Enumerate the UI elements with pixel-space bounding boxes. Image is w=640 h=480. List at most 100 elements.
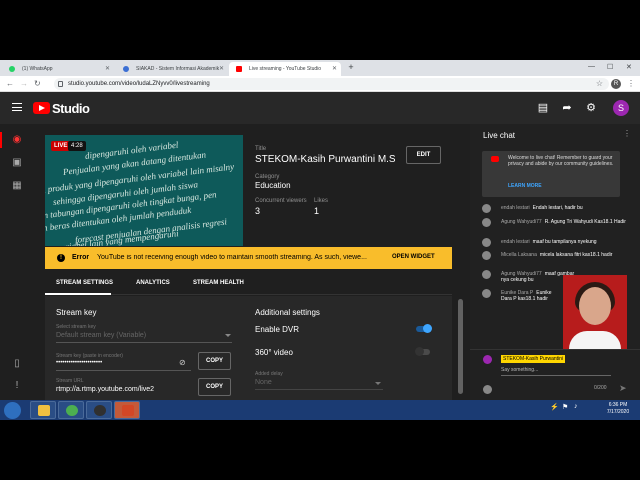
scroll-thumb[interactable] (458, 299, 463, 394)
active-tab-underline (45, 293, 111, 295)
dvr-label: Enable DVR (255, 325, 300, 334)
welcome-text: Welcome to live chat! Remember to guard … (508, 155, 614, 167)
forward-icon[interactable]: → (20, 79, 28, 88)
hamburger-menu-icon[interactable] (12, 103, 22, 111)
chat-author: Agung Wahyudi77 (501, 219, 542, 225)
main-content: dipengaruhi oleh variabel Penjualan yang… (34, 124, 454, 400)
account-avatar[interactable]: S (613, 100, 629, 116)
clock-date: 7/17/2020 (606, 409, 630, 415)
chat-text: R. Agung Tri Wahyudi Kas18.1 Hadir (544, 219, 626, 225)
chat-author: endah lestari (501, 205, 530, 211)
close-icon[interactable]: ✕ (332, 65, 337, 72)
error-message: YouTube is not receiving enough video to… (97, 254, 367, 261)
taskbar-clock[interactable]: 6:36 PM 7/17/2020 (600, 402, 636, 416)
windows-taskbar: ⚡ ⚑ ♪ 6:36 PM 7/17/2020 (0, 400, 640, 420)
category-value: Education (255, 181, 291, 190)
chrome-icon (66, 405, 78, 416)
lock-icon (58, 81, 63, 87)
stream-key-select[interactable]: Default stream key (Variable) (56, 332, 146, 339)
siakad-icon (123, 66, 129, 72)
youtube-icon (236, 66, 242, 72)
flag-icon[interactable]: ⚑ (562, 403, 568, 411)
volume-icon[interactable]: ♪ (574, 403, 578, 410)
calendar-icon[interactable]: ▦ (11, 180, 23, 192)
select-underline (56, 342, 232, 343)
stream-url-field[interactable]: rtmp://a.rtmp.youtube.com/live2 (56, 386, 154, 393)
copy-url-button[interactable]: COPY (198, 378, 231, 396)
file-explorer-icon (38, 405, 50, 416)
edit-button[interactable]: EDIT (406, 146, 441, 164)
chat-author: Micella Laksana (501, 252, 537, 258)
close-window-icon[interactable]: ✕ (626, 63, 632, 71)
start-button[interactable] (4, 402, 21, 419)
live-stream-icon[interactable]: ◉ (11, 134, 23, 146)
tab-stream-settings[interactable]: STREAM SETTINGS (56, 280, 113, 286)
category-label: Category (255, 174, 280, 180)
camera-icon[interactable]: ▣ (11, 157, 23, 169)
video360-toggle[interactable] (415, 347, 430, 356)
youtube-logo-icon[interactable] (33, 102, 50, 114)
viewers-label: Concurrent viewers (255, 198, 307, 204)
reload-icon[interactable]: ↻ (34, 79, 41, 88)
delay-select[interactable]: None (255, 379, 272, 386)
viewers-value: 3 (255, 206, 261, 216)
screen: (1) WhatsApp ✕ SIAKAD - Sistem Informasi… (0, 0, 640, 480)
close-icon[interactable]: ✕ (219, 65, 224, 72)
taskbar-powerpoint[interactable] (114, 401, 140, 419)
share-icon[interactable]: ➦ (561, 102, 573, 114)
address-bar-row: ← → ↻ studio.youtube.com/video/ludaLZNyv… (0, 76, 640, 92)
dvr-toggle[interactable] (416, 324, 432, 333)
browser-tab-youtube-studio[interactable]: Live streaming - YouTube Studio ✕ (229, 62, 341, 76)
main-scrollbar[interactable] (454, 124, 470, 400)
system-tray: ⚡ ⚑ ♪ (548, 403, 588, 417)
browser-tab-whatsapp[interactable]: (1) WhatsApp ✕ (2, 62, 114, 76)
chat-menu-icon[interactable]: ⋮ (623, 129, 631, 138)
live-chat-panel: Live chat ⋮ Welcome to live chat! Rememb… (470, 124, 640, 400)
chat-author: endah lestari (501, 239, 530, 245)
chat-avatar (482, 218, 491, 227)
gear-icon[interactable]: ⚙ (585, 102, 597, 114)
error-banner: ! Error YouTube is not receiving enough … (45, 247, 452, 269)
taskbar-obs[interactable] (86, 401, 112, 419)
learn-more-link[interactable]: LEARN MORE (508, 183, 542, 189)
chat-input[interactable]: Say something... (501, 367, 611, 376)
likes-value: 1 (314, 206, 320, 216)
browser-tab-siakad[interactable]: SIAKAD - Sistem Informasi Akademik ✕ (116, 62, 228, 76)
browser-profile-avatar[interactable]: R (611, 79, 621, 89)
visibility-off-icon[interactable]: ⊘ (179, 359, 188, 367)
tab-stream-health[interactable]: STREAM HEALTH (193, 280, 244, 286)
taskbar-chrome[interactable] (58, 401, 84, 419)
new-tab-button[interactable]: + (346, 62, 356, 72)
feedback-icon[interactable]: ! (11, 380, 23, 392)
tab-label: (1) WhatsApp (22, 66, 53, 72)
toggle-knob (415, 347, 424, 356)
additional-settings-heading: Additional settings (255, 308, 320, 317)
stream-title: STEKOM-Kasih Purwantini M.Si-... (255, 154, 395, 165)
emoji-icon[interactable] (483, 385, 492, 394)
maximize-icon[interactable]: ☐ (607, 63, 613, 71)
back-icon[interactable]: ← (6, 79, 14, 88)
video360-label: 360° video (255, 348, 293, 357)
taskbar-file-explorer[interactable] (30, 401, 56, 419)
open-widget-button[interactable]: OPEN WIDGET (392, 254, 435, 260)
key-underline (56, 370, 191, 371)
my-name-badge: STEKOM-Kasih Purwantini (501, 355, 566, 363)
url-input[interactable]: studio.youtube.com/video/ludaLZNyvv0/liv… (54, 78, 609, 90)
close-icon[interactable]: ✕ (105, 65, 110, 72)
studio-logo-text: Studio (52, 101, 90, 116)
char-count: 0/200 (594, 385, 607, 391)
clapperboard-icon[interactable]: ▤ (537, 102, 549, 114)
phone-settings-icon[interactable]: ▯ (11, 358, 23, 370)
minimize-icon[interactable]: — (588, 63, 595, 70)
copy-key-button[interactable]: COPY (198, 352, 231, 370)
tab-analytics[interactable]: ANALYTICS (136, 280, 170, 286)
webcam-person-face (579, 287, 611, 325)
send-icon[interactable]: ➤ (619, 383, 627, 394)
bookmark-star-icon[interactable]: ☆ (596, 79, 603, 88)
dropdown-arrow-icon (375, 382, 381, 385)
browser-menu-icon[interactable]: ⋮ (627, 79, 635, 88)
stream-preview[interactable]: dipengaruhi oleh variabel Penjualan yang… (45, 135, 243, 246)
tab-label: Live streaming - YouTube Studio (249, 66, 322, 72)
stream-key-field[interactable]: •••••••••••••••••••••• (56, 360, 102, 366)
network-icon[interactable]: ⚡ (550, 403, 559, 411)
